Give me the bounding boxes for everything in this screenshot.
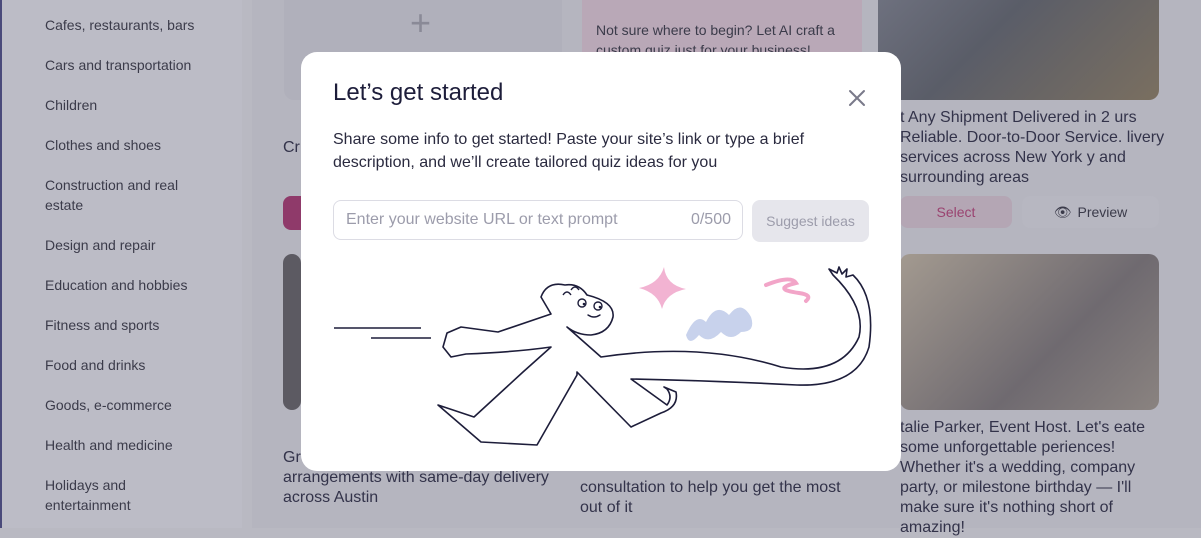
suggest-ideas-button[interactable]: Suggest ideas: [752, 200, 869, 242]
middle-card-text: consultation to help you get the most ou…: [580, 479, 841, 516]
sidebar-item-holidays[interactable]: Holidays and entertainment: [45, 475, 165, 515]
sidebar-item-cars[interactable]: Cars and transportation: [45, 55, 225, 75]
sidebar-item-construction[interactable]: Construction and real estate: [45, 175, 205, 215]
left-select-button[interactable]: [283, 196, 301, 230]
right-preview-button[interactable]: 👁 Preview: [1022, 196, 1159, 228]
running-figure-illustration: [301, 257, 901, 471]
sidebar-item-design[interactable]: Design and repair: [45, 235, 225, 255]
sidebar-item-clothes[interactable]: Clothes and shoes: [45, 135, 225, 155]
sidebar-item-goods[interactable]: Goods, e-commerce: [45, 395, 225, 415]
sidebar-item-education[interactable]: Education and hobbies: [45, 275, 225, 295]
eye-icon: 👁: [1053, 204, 1072, 220]
delivery-template-image[interactable]: [878, 0, 1159, 100]
left-card-description: arrangements with same-day delivery acro…: [283, 469, 549, 506]
left-card-title-fragment: Cr: [283, 139, 300, 156]
close-icon[interactable]: [844, 85, 870, 111]
right-select-button[interactable]: Select: [900, 196, 1012, 228]
modal-title: Let’s get started: [333, 79, 504, 106]
get-started-modal: Let’s get started Share some info to get…: [301, 52, 901, 471]
modal-description: Share some info to get started! Paste yo…: [333, 131, 805, 171]
sidebar-item-fitness[interactable]: Fitness and sports: [45, 315, 225, 335]
sidebar-item-health[interactable]: Health and medicine: [45, 435, 225, 455]
right-card-top-description: t Any Shipment Delivered in 2 urs Reliab…: [900, 109, 1165, 186]
plus-icon: +: [410, 2, 432, 43]
sidebar-item-children[interactable]: Children: [45, 95, 225, 115]
character-counter: 0/500: [690, 211, 731, 228]
left-card-title-fragment-2: Gr: [283, 449, 301, 466]
sidebar-item-cafes[interactable]: Cafes, restaurants, bars: [45, 15, 225, 35]
right-card-bottom-description: talie Parker, Event Host. Let's eate som…: [900, 419, 1145, 536]
category-sidebar: Cafes, restaurants, bars Cars and transp…: [2, 0, 242, 528]
prompt-field[interactable]: 0/500: [333, 200, 743, 240]
preview-label: Preview: [1077, 204, 1128, 220]
prompt-input[interactable]: [346, 201, 666, 239]
event-host-template-image[interactable]: [900, 254, 1159, 410]
flowers-template-image[interactable]: [283, 254, 301, 410]
sidebar-item-food[interactable]: Food and drinks: [45, 355, 225, 375]
